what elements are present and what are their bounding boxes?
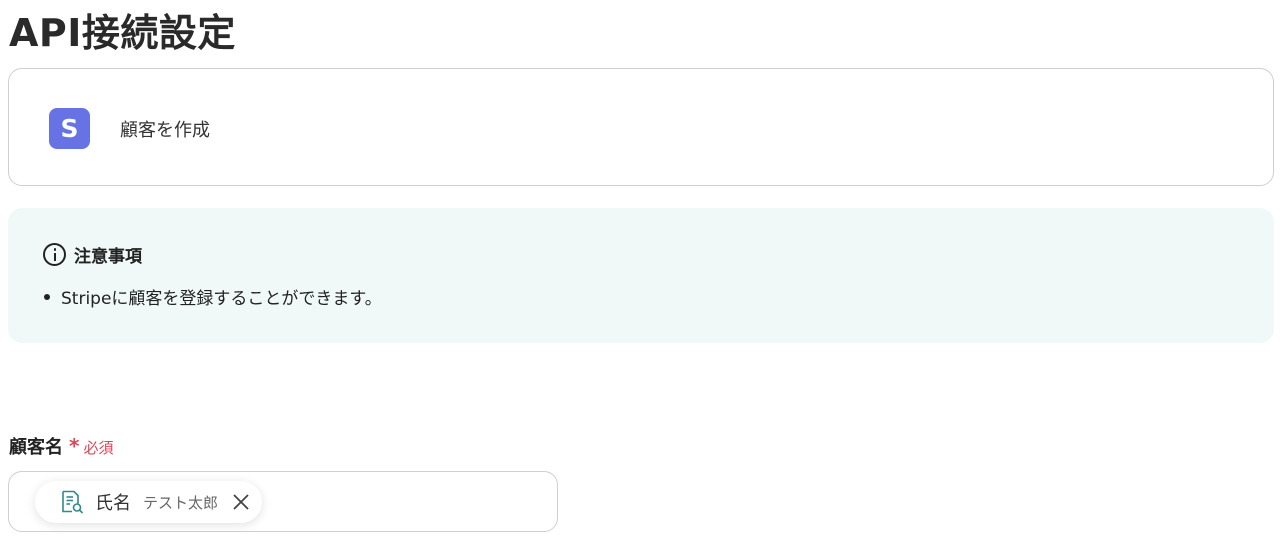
notice-box: 注意事項 Stripeに顧客を登録することができます。 [8,208,1274,343]
chip-value: テスト太郎 [143,493,219,512]
notice-list: Stripeに顧客を登録することができます。 [44,284,382,309]
action-card[interactable]: S 顧客を作成 [8,68,1274,186]
bullet-icon [44,293,50,300]
page-title: API接続設定 [9,11,236,55]
notice-header: 注意事項 [43,242,142,267]
close-icon[interactable] [232,493,250,511]
chip-label: 氏名 [95,493,131,514]
notice-item-text: Stripeに顧客を登録することができます。 [61,289,382,309]
notice-title: 注意事項 [74,247,142,267]
field-label: 顧客名 [9,437,63,458]
required-text: 必須 [83,439,114,457]
required-asterisk: * [69,434,80,458]
notice-item: Stripeに顧客を登録することができます。 [44,284,382,309]
info-icon [43,243,66,266]
document-search-icon [62,490,84,514]
stripe-app-icon: S [49,108,90,149]
customer-name-label-row: 顧客名 * 必須 [9,433,113,459]
customer-name-input[interactable]: 氏名 テスト太郎 [8,471,558,532]
variable-chip[interactable]: 氏名 テスト太郎 [35,481,263,523]
action-label: 顧客を作成 [120,120,210,141]
